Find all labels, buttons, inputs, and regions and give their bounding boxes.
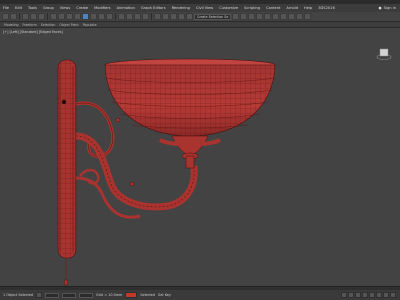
percent-snap-icon[interactable] bbox=[170, 13, 177, 20]
toolbar-divider bbox=[115, 13, 116, 20]
select-scale-icon[interactable] bbox=[98, 13, 105, 20]
snap-toggle-icon[interactable] bbox=[154, 13, 161, 20]
lock-selection-icon[interactable] bbox=[36, 292, 43, 298]
select-rotate-icon[interactable] bbox=[90, 13, 97, 20]
viewcube-icon[interactable] bbox=[376, 48, 392, 60]
main-toolbar: Create Selection Se bbox=[0, 12, 400, 22]
keyboard-shortcut-icon[interactable] bbox=[142, 13, 149, 20]
pan-view-icon[interactable] bbox=[383, 292, 389, 298]
menu-customize[interactable]: Customize bbox=[216, 6, 241, 10]
named-selection-dropdown[interactable]: Create Selection Se bbox=[194, 13, 232, 20]
layer-explorer-icon[interactable] bbox=[248, 13, 256, 20]
select-manipulate-icon[interactable] bbox=[134, 13, 141, 20]
next-frame-icon[interactable] bbox=[362, 292, 368, 298]
auto-key-button[interactable] bbox=[125, 292, 138, 298]
rendered-frame-icon[interactable] bbox=[296, 13, 304, 20]
select-move-icon[interactable] bbox=[82, 13, 89, 20]
menu-arnold[interactable]: Arnold bbox=[283, 6, 301, 10]
sign-in-label: Sign In bbox=[383, 6, 396, 10]
play-icon[interactable] bbox=[355, 292, 361, 298]
menu-animation[interactable]: Animation bbox=[114, 6, 138, 10]
toolbar-divider bbox=[151, 13, 152, 20]
bind-spacewarp-icon[interactable] bbox=[38, 13, 45, 20]
toggle-ribbon-icon[interactable] bbox=[256, 13, 264, 20]
undo-icon[interactable] bbox=[2, 13, 9, 20]
tab-selection[interactable]: Selection bbox=[41, 23, 56, 27]
wall-lamp-mesh bbox=[57, 58, 276, 286]
angle-snap-icon[interactable] bbox=[162, 13, 169, 20]
select-object-icon[interactable] bbox=[50, 13, 57, 20]
window-crossing-icon[interactable] bbox=[74, 13, 81, 20]
schematic-view-icon[interactable] bbox=[272, 13, 280, 20]
menu-content[interactable]: Content bbox=[263, 6, 283, 10]
redo-icon[interactable] bbox=[10, 13, 17, 20]
menu-tools[interactable]: Tools bbox=[25, 6, 40, 10]
previous-frame-icon[interactable] bbox=[348, 292, 354, 298]
menu-graph-editors[interactable]: Graph Editors bbox=[138, 6, 169, 10]
status-bar: 1 Object Selected Grid = 10.0mm Selected… bbox=[0, 290, 400, 300]
material-editor-icon[interactable] bbox=[280, 13, 288, 20]
menu-rendering[interactable]: Rendering bbox=[169, 6, 193, 10]
select-by-name-icon[interactable] bbox=[58, 13, 65, 20]
menu-bar: File Edit Tools Group Views Create Modif… bbox=[0, 4, 400, 12]
left-viewport[interactable]: [+] [Left] [Standard] [Edged Faces] bbox=[0, 28, 400, 286]
bowl-shade bbox=[104, 58, 276, 169]
menu-3ds2016[interactable]: 3DS2016 bbox=[315, 6, 337, 10]
menu-edit[interactable]: Edit bbox=[12, 6, 25, 10]
pivot-center-icon[interactable] bbox=[126, 13, 133, 20]
toolbar-divider bbox=[47, 13, 48, 20]
menu-group[interactable]: Group bbox=[40, 6, 57, 10]
align-icon[interactable] bbox=[240, 13, 248, 20]
reference-coordinate-icon[interactable] bbox=[118, 13, 125, 20]
coordinate-y[interactable] bbox=[62, 292, 77, 298]
coordinate-x[interactable] bbox=[45, 292, 60, 298]
tab-populate[interactable]: Populate bbox=[83, 23, 97, 27]
select-place-icon[interactable] bbox=[106, 13, 113, 20]
menu-civil-view[interactable]: Civil View bbox=[193, 6, 216, 10]
menu-help[interactable]: Help bbox=[301, 6, 315, 10]
wall-plate bbox=[57, 59, 77, 259]
sign-in-button[interactable]: ● Sign In bbox=[379, 4, 396, 12]
menu-create[interactable]: Create bbox=[73, 6, 91, 10]
selection-region-icon[interactable] bbox=[66, 13, 73, 20]
selected-dropdown[interactable]: Selected bbox=[140, 293, 155, 297]
orbit-icon[interactable] bbox=[390, 292, 396, 298]
render-setup-icon[interactable] bbox=[288, 13, 296, 20]
selection-count: 1 Object Selected bbox=[3, 293, 34, 297]
set-key-button[interactable]: Set Key bbox=[158, 293, 171, 297]
link-icon[interactable] bbox=[22, 13, 29, 20]
playback-controls bbox=[341, 292, 400, 298]
unlink-icon[interactable] bbox=[30, 13, 37, 20]
edit-named-selection-icon[interactable] bbox=[186, 13, 193, 20]
go-to-end-icon[interactable] bbox=[369, 292, 375, 298]
spinner-snap-icon[interactable] bbox=[178, 13, 185, 20]
render-production-icon[interactable] bbox=[304, 13, 312, 20]
menu-file[interactable]: File bbox=[0, 6, 12, 10]
go-to-start-icon[interactable] bbox=[341, 292, 347, 298]
tab-freeform[interactable]: Freeform bbox=[23, 23, 37, 27]
tab-modeling[interactable]: Modeling bbox=[4, 23, 19, 27]
grid-size: Grid = 10.0mm bbox=[96, 293, 123, 297]
coordinate-z[interactable] bbox=[79, 292, 94, 298]
pull-cord bbox=[64, 258, 68, 286]
mirror-icon[interactable] bbox=[232, 13, 240, 20]
menu-scripting[interactable]: Scripting bbox=[241, 6, 263, 10]
curve-editor-icon[interactable] bbox=[264, 13, 272, 20]
zoom-extents-icon[interactable] bbox=[376, 292, 382, 298]
menu-modifiers[interactable]: Modifiers bbox=[91, 6, 113, 10]
tab-object-paint[interactable]: Object Paint bbox=[59, 23, 78, 27]
menu-views[interactable]: Views bbox=[57, 6, 73, 10]
toolbar-divider bbox=[19, 13, 20, 20]
user-icon: ● bbox=[378, 6, 382, 10]
